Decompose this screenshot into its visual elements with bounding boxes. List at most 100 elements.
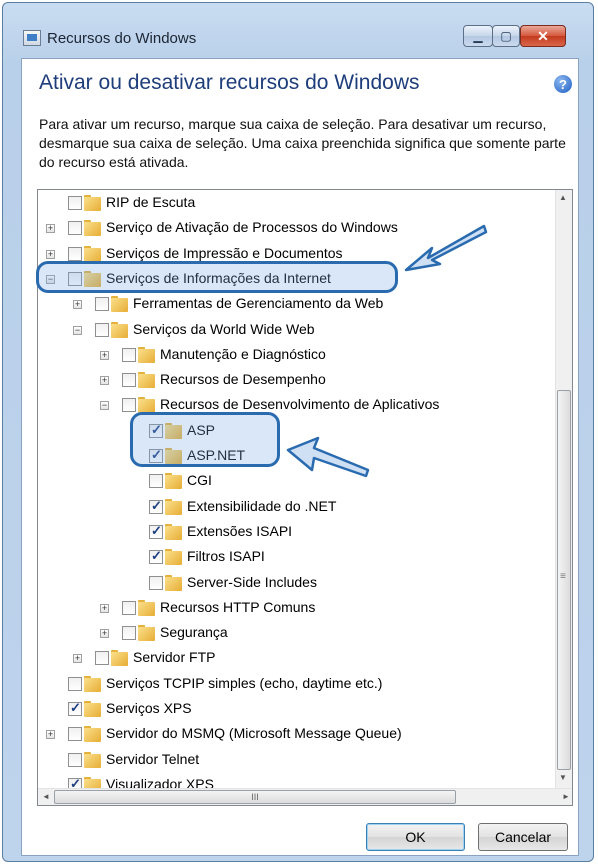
tree-row[interactable]: Extensões ISAPI	[38, 521, 554, 546]
tree-row[interactable]: + Servidor do MSMQ (Microsoft Message Que…	[38, 723, 554, 748]
tree-row[interactable]: Serviços XPS	[38, 698, 554, 723]
tree-row[interactable]: + Manutenção e Diagnóstico	[38, 344, 554, 369]
folder-icon	[138, 397, 155, 414]
feature-label: Recursos de Desempenho	[160, 371, 326, 388]
feature-checkbox[interactable]	[68, 700, 82, 716]
feature-label: Visualizador XPS	[106, 775, 214, 788]
feature-checkbox[interactable]	[122, 347, 136, 362]
cancel-button[interactable]: Cancelar	[478, 823, 568, 851]
maximize-icon: ▢	[500, 29, 512, 43]
feature-checkbox[interactable]	[95, 297, 109, 312]
folder-icon	[138, 599, 155, 616]
feature-checkbox[interactable]	[68, 196, 82, 210]
horizontal-scrollbar[interactable]: ◄ III ►	[38, 788, 572, 805]
help-icon[interactable]: ?	[554, 75, 572, 93]
scroll-down-icon[interactable]: ▼	[559, 773, 567, 782]
tree-row[interactable]: Servidor Telnet	[38, 749, 554, 774]
tree-row[interactable]: + Servidor FTP	[38, 647, 554, 672]
feature-label: CGI	[187, 472, 212, 489]
tree-row[interactable]: + Segurança	[38, 622, 554, 647]
feature-checkbox[interactable]	[149, 474, 163, 489]
feature-checkbox[interactable]	[95, 651, 109, 666]
feature-checkbox[interactable]	[68, 776, 82, 788]
folder-icon	[165, 473, 182, 490]
highlight-iis-row	[36, 261, 398, 293]
vertical-scroll-thumb[interactable]	[557, 390, 571, 770]
arrow-pointer-icon	[404, 224, 488, 272]
expand-icon[interactable]: +	[100, 629, 109, 639]
minimize-icon: ▁	[473, 29, 483, 43]
folder-icon	[111, 650, 128, 667]
feature-checkbox[interactable]	[122, 373, 136, 388]
feature-checkbox[interactable]	[122, 626, 136, 641]
tree-row[interactable]: + Recursos de Desempenho	[38, 369, 554, 394]
tree-row[interactable]: + Ferramentas de Gerenciamento da Web	[38, 293, 554, 318]
feature-label: Servidor do MSMQ (Microsoft Message Queu…	[106, 725, 402, 742]
ok-button[interactable]: OK	[366, 823, 465, 851]
horizontal-scroll-thumb[interactable]: III	[54, 790, 456, 804]
tree-row[interactable]: − Serviços da World Wide Web	[38, 319, 554, 344]
feature-label: Filtros ISAPI	[187, 548, 265, 565]
feature-checkbox[interactable]	[149, 575, 163, 590]
scroll-left-icon[interactable]: ◄	[42, 792, 50, 801]
tree-row[interactable]: + Recursos HTTP Comuns	[38, 597, 554, 622]
feature-checkbox[interactable]	[68, 727, 82, 742]
folder-icon	[165, 523, 182, 540]
feature-label: Serviços de Impressão e Documentos	[106, 244, 343, 261]
tree-row[interactable]: − Recursos de Desenvolvimento de Aplicati…	[38, 394, 554, 419]
folder-icon	[84, 245, 101, 262]
feature-label: Servidor Telnet	[106, 750, 200, 767]
feature-checkbox[interactable]	[95, 322, 109, 337]
collapse-icon[interactable]: −	[73, 325, 82, 335]
minimize-button[interactable]: ▁	[463, 25, 493, 47]
vertical-scrollbar[interactable]: ▲ ▼	[555, 190, 572, 788]
feature-checkbox[interactable]	[122, 600, 136, 615]
feature-checkbox[interactable]	[68, 221, 82, 236]
expand-icon[interactable]: +	[46, 249, 55, 259]
close-button[interactable]: ✕	[520, 25, 566, 47]
scroll-right-icon[interactable]: ►	[562, 792, 570, 801]
feature-label: Extensibilidade do .NET	[187, 497, 337, 514]
tree-row[interactable]: Visualizador XPS	[38, 774, 554, 788]
tree-row[interactable]: RIP de Escuta	[38, 192, 554, 217]
instructions-text: Para ativar um recurso, marque sua caixa…	[39, 116, 566, 170]
feature-label: Recursos HTTP Comuns	[160, 598, 316, 615]
folder-icon	[84, 726, 101, 743]
expand-icon[interactable]: +	[73, 300, 82, 310]
folder-icon	[165, 549, 182, 566]
expand-icon[interactable]: +	[100, 603, 109, 613]
folder-icon	[165, 498, 182, 515]
expand-icon[interactable]: +	[100, 350, 109, 360]
feature-label: Serviços XPS	[106, 700, 192, 716]
folder-icon	[138, 625, 155, 642]
feature-checkbox[interactable]	[149, 523, 163, 539]
tree-row[interactable]: Server-Side Includes	[38, 572, 554, 597]
expand-icon[interactable]: +	[73, 654, 82, 664]
feature-label: Serviço de Ativação de Processos do Wind…	[106, 219, 398, 236]
feature-label: Manutenção e Diagnóstico	[160, 345, 326, 362]
page-title: Ativar ou desativar recursos do Windows	[39, 71, 420, 94]
folder-icon	[84, 701, 101, 717]
tree-row[interactable]: Serviços TCPIP simples (echo, daytime et…	[38, 673, 554, 698]
folder-icon	[84, 751, 101, 768]
maximize-button[interactable]: ▢	[492, 25, 520, 47]
feature-label: RIP de Escuta	[106, 194, 196, 210]
feature-label: Extensões ISAPI	[187, 522, 293, 539]
tree-row[interactable]: Extensibilidade do .NET	[38, 496, 554, 521]
feature-checkbox[interactable]	[68, 246, 82, 261]
feature-checkbox[interactable]	[68, 752, 82, 767]
expand-icon[interactable]: +	[46, 730, 55, 740]
expand-icon[interactable]: +	[46, 224, 55, 234]
feature-checkbox[interactable]	[149, 498, 163, 514]
expand-icon[interactable]: +	[100, 376, 109, 386]
feature-checkbox[interactable]	[122, 398, 136, 413]
feature-checkbox[interactable]	[149, 548, 163, 565]
folder-icon	[138, 346, 155, 363]
feature-label: Recursos de Desenvolvimento de Aplicativ…	[160, 396, 440, 413]
feature-checkbox[interactable]	[68, 676, 82, 691]
folder-icon	[84, 220, 101, 237]
tree-row[interactable]: Filtros ISAPI	[38, 546, 554, 571]
folder-icon	[111, 296, 128, 313]
scroll-up-icon[interactable]: ▲	[559, 193, 567, 202]
collapse-icon[interactable]: −	[100, 401, 109, 411]
